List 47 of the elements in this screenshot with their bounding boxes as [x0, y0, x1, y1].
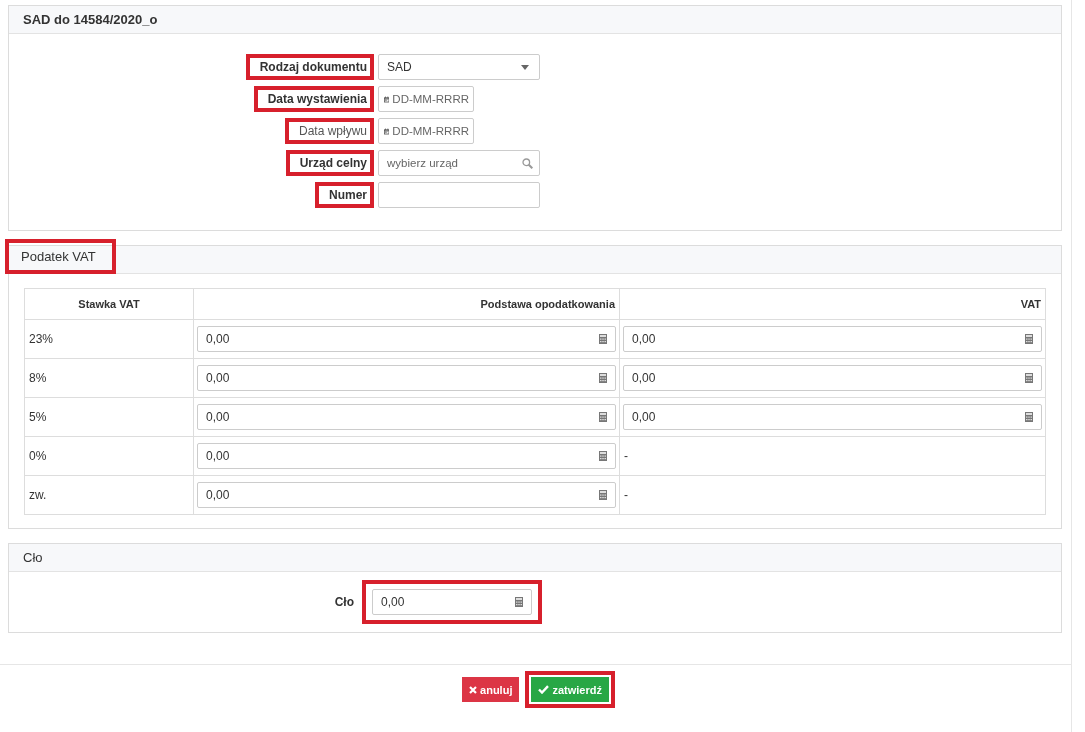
- field-label: Urząd celny: [285, 150, 374, 176]
- close-icon: [469, 685, 478, 694]
- table-cell: -: [619, 475, 1046, 515]
- check-icon: [538, 685, 550, 694]
- amount-field[interactable]: 0,00: [623, 404, 1042, 430]
- number-field[interactable]: [378, 182, 540, 208]
- amount-field[interactable]: 0,00: [197, 326, 616, 352]
- calculator-icon: [1025, 373, 1033, 383]
- calculator-icon: [599, 373, 607, 383]
- calculator-icon: [1025, 334, 1033, 344]
- calculator-icon: [515, 597, 523, 607]
- table-cell: zw.: [24, 475, 194, 515]
- field-label: Rodzaj dokumentu: [245, 54, 374, 80]
- amount-field[interactable]: 0,00: [623, 365, 1042, 391]
- search-icon: [522, 157, 533, 169]
- amount-field[interactable]: 0,00: [623, 326, 1042, 352]
- document-type-dropdown[interactable]: SAD: [378, 54, 540, 80]
- table-cell: 23%: [24, 319, 194, 359]
- table-cell: 0%: [24, 436, 194, 476]
- date-field[interactable]: DD-MM-RRRR: [378, 118, 474, 144]
- table-cell: 8%: [24, 358, 194, 398]
- column-header: Podstawa opodatkowania: [193, 288, 620, 320]
- amount-field[interactable]: 0,00: [197, 443, 616, 469]
- table-cell: 5%: [24, 397, 194, 437]
- amount-field[interactable]: 0,00: [372, 589, 532, 615]
- calculator-icon: [599, 451, 607, 461]
- panel-title: Podatek VAT: [5, 239, 116, 274]
- panel-title: Cło: [22, 550, 43, 565]
- amount-field[interactable]: 0,00: [197, 482, 616, 508]
- calculator-icon: [599, 490, 607, 500]
- office-search-field[interactable]: wybierz urząd: [378, 150, 540, 176]
- calculator-icon: [599, 334, 607, 344]
- calculator-icon: [1025, 412, 1033, 422]
- calculator-icon: [599, 412, 607, 422]
- field-label: Data wpływu: [284, 118, 374, 144]
- cancel-button[interactable]: anuluj: [462, 677, 520, 702]
- field-label: Numer: [315, 182, 374, 208]
- panel-title: SAD do 14584/2020_o: [22, 12, 158, 27]
- caret-icon: [521, 64, 529, 70]
- column-header: Stawka VAT: [24, 288, 194, 320]
- amount-field[interactable]: 0,00: [197, 404, 616, 430]
- column-header: VAT: [619, 288, 1046, 320]
- field-label: Cło: [333, 594, 355, 611]
- field-label: Data wystawienia: [253, 86, 374, 112]
- date-field[interactable]: DD-MM-RRRR: [378, 86, 474, 112]
- amount-field[interactable]: 0,00: [197, 365, 616, 391]
- table-cell: -: [619, 436, 1046, 476]
